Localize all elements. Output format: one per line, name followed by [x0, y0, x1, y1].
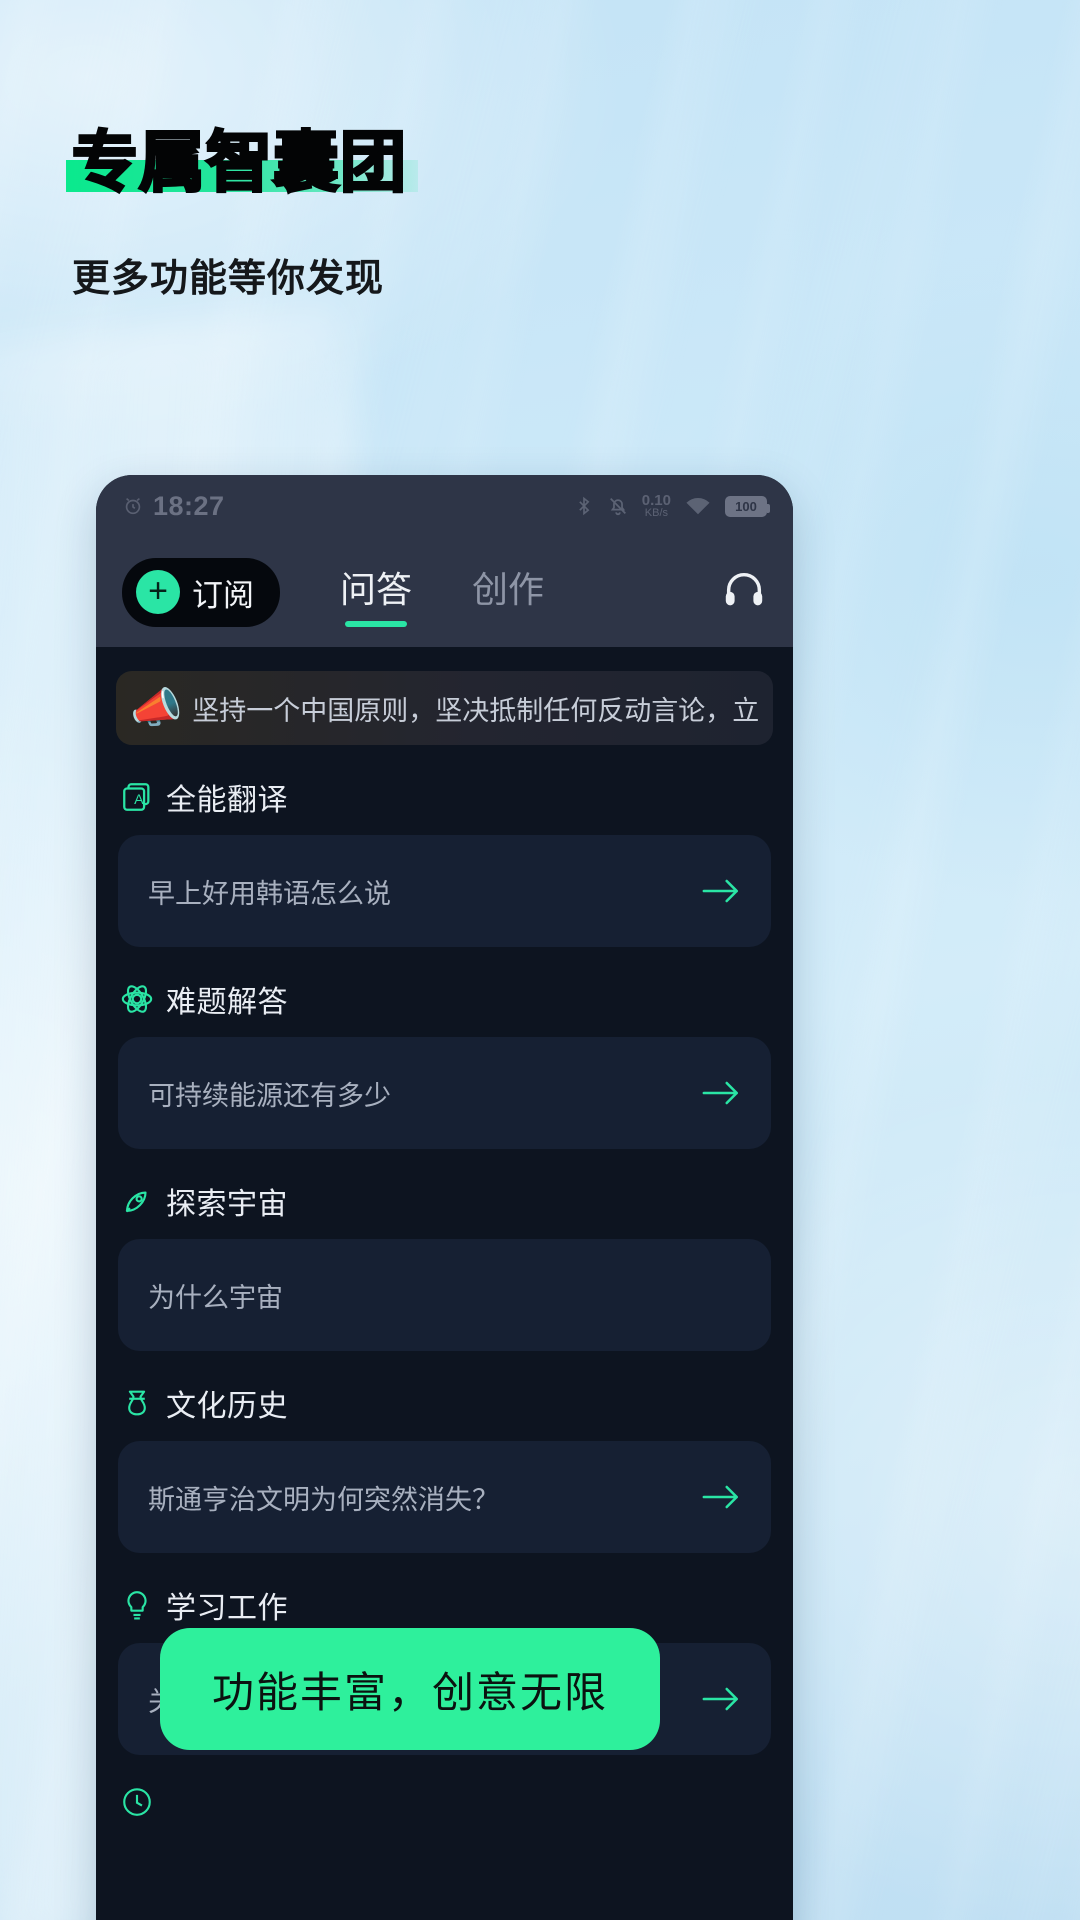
suggestion-text: 早上好用韩语怎么说 — [148, 878, 391, 909]
status-bar-left: 18:27 — [122, 491, 225, 522]
section-header: 学习工作 — [120, 1583, 771, 1627]
section-title: 探索宇宙 — [166, 1188, 288, 1221]
announcement-text: 坚持一个中国原则，坚决抵制任何反动言论，立志建 — [192, 695, 759, 726]
section-title: 难题解答 — [166, 986, 288, 1019]
suggestion-card[interactable]: 为什么宇宙 — [118, 1239, 771, 1351]
subscribe-button[interactable]: + 订阅 — [122, 557, 280, 627]
megaphone-icon: 📣 — [130, 684, 183, 731]
alarm-icon — [125, 498, 141, 515]
status-bar: 18:27 0.10 KB/s 100 — [96, 475, 793, 537]
tab-create[interactable]: 创作 — [472, 561, 544, 623]
wifi-icon — [686, 497, 710, 515]
network-speed-value: 0.10 — [641, 491, 671, 509]
tab-qa[interactable]: 问答 — [340, 561, 412, 623]
bell-muted-icon — [609, 498, 626, 516]
suggestion-card[interactable]: 可持续能源还有多少 — [118, 1037, 771, 1149]
network-speed-unit: KB/s — [644, 506, 669, 519]
title-text: 专属智囊团 — [71, 124, 408, 201]
arrow-right-icon — [702, 879, 738, 903]
arrow-right-icon — [702, 1081, 738, 1105]
section-explore-universe: 探索宇宙 为什么宇宙 — [96, 1179, 793, 1351]
arrow-right-icon — [702, 1687, 738, 1711]
section-problem-solving: 难题解答 可持续能源还有多少 — [96, 977, 793, 1149]
tooltip-text: 功能丰富，创意无限 — [211, 1668, 608, 1716]
lightbulb-icon — [127, 1591, 147, 1620]
suggestion-text: 为什么宇宙 — [148, 1282, 283, 1313]
network-speed-indicator: 0.10 KB/s — [641, 491, 671, 519]
navbar-tabs: 问答 创作 — [340, 561, 544, 623]
section-culture-history: 文化历史 斯通亨治文明为何突然消失？ — [96, 1381, 793, 1553]
bluetooth-icon — [579, 496, 590, 516]
section-header: 文化历史 — [120, 1381, 771, 1425]
app-navbar: + 订阅 问答 创作 — [96, 537, 793, 647]
announcement-banner[interactable]: 📣 坚持一个中国原则，坚决抵制任何反动言论，立志建 — [116, 671, 773, 745]
section-header — [120, 1785, 771, 1819]
feature-tooltip-bubble: 功能丰富，创意无限 — [160, 1628, 660, 1750]
promo-headline-block: 专属智囊团 — [66, 124, 418, 201]
headset-icon[interactable] — [721, 567, 767, 618]
suggestion-text: 斯通亨治文明为何突然消失？ — [148, 1484, 499, 1515]
suggestion-card[interactable]: 斯通亨治文明为何突然消失？ — [118, 1441, 771, 1553]
atom-icon — [121, 985, 153, 1013]
suggestion-text: 可持续能源还有多少 — [148, 1080, 391, 1111]
rocket-icon — [125, 1191, 147, 1213]
section-header: 探索宇宙 — [120, 1179, 771, 1223]
section-header: A 全能翻译 — [120, 775, 771, 819]
status-bar-clock: 18:27 — [153, 490, 225, 521]
clock-icon — [123, 1788, 151, 1816]
arrow-right-icon — [702, 1485, 738, 1509]
section-title: 学习工作 — [166, 1592, 288, 1625]
section-title: 全能翻译 — [166, 784, 288, 817]
section-title: 文化历史 — [166, 1390, 288, 1423]
subscribe-button-label: 订阅 — [192, 577, 254, 613]
battery-level-label: 100 — [735, 498, 757, 514]
page-subtitle: 更多功能等你发现 — [72, 258, 385, 300]
svg-text:A: A — [134, 792, 144, 808]
section-partial-next — [96, 1785, 793, 1819]
translate-icon: A — [123, 783, 150, 811]
section-translate: A 全能翻译 早上好用韩语怎么说 — [96, 775, 793, 947]
vase-icon — [128, 1390, 146, 1416]
battery-icon: 100 — [725, 495, 770, 517]
page-title: 专属智囊团 — [66, 124, 418, 201]
status-bar-right: 0.10 KB/s 100 — [574, 491, 770, 519]
section-header: 难题解答 — [120, 977, 771, 1021]
plus-icon: + — [136, 570, 180, 614]
suggestion-card[interactable]: 早上好用韩语怎么说 — [118, 835, 771, 947]
